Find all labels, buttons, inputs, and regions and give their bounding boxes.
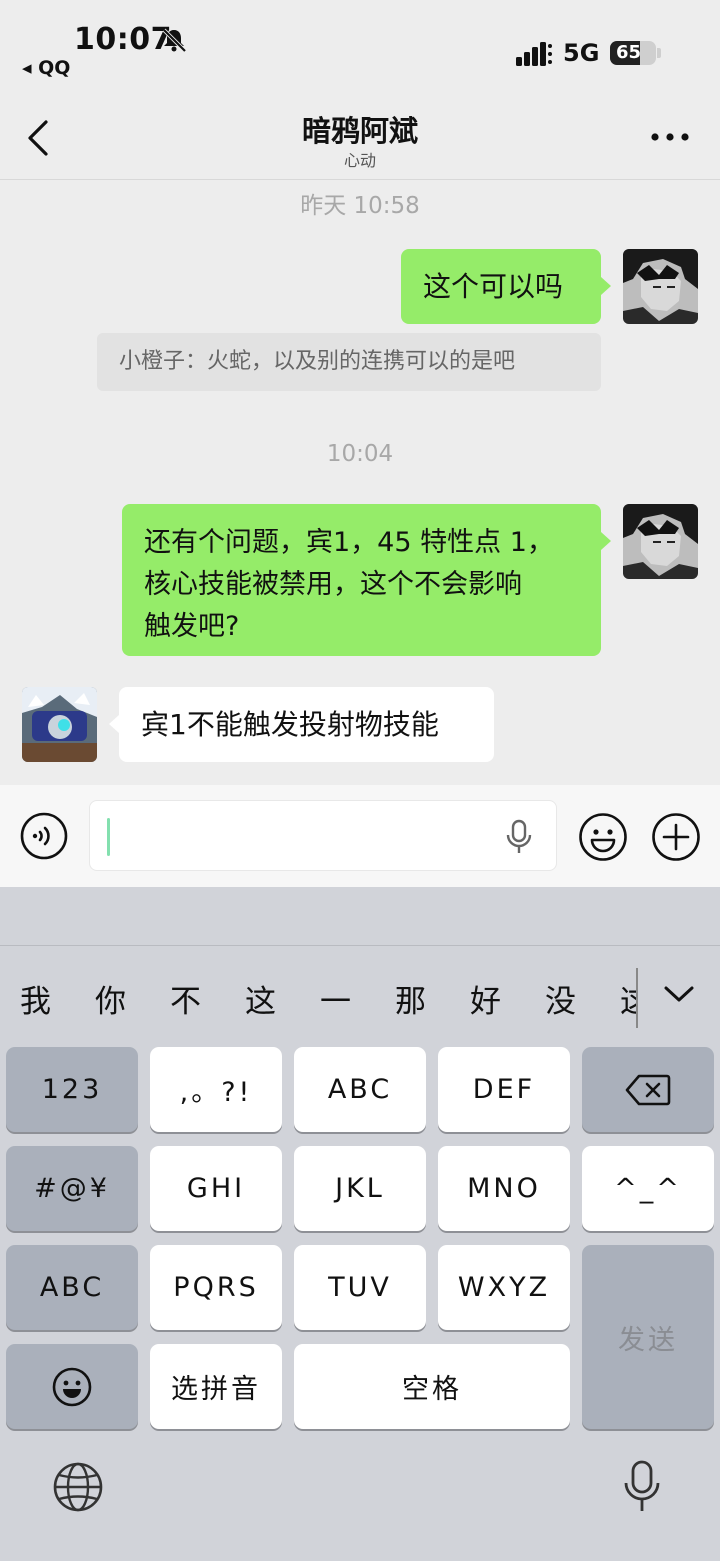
network-type: 5G [563,39,600,67]
bubble-tail [601,277,611,295]
candidate-word[interactable]: 我 [20,976,51,1021]
message-line: 还有个问题，宾1，45 特性点 1， [144,527,554,558]
bubble-tail [109,715,119,733]
text-caret [107,818,110,856]
status-time: 10:07 [74,22,172,57]
chevron-down-icon[interactable] [662,982,696,1006]
message-bubble-sent[interactable]: 还有个问题，宾1，45 特性点 1， 核心技能被禁用，这个不会影响 触发吧? [122,504,601,656]
key-mno[interactable]: MNO [438,1146,570,1231]
emoji-key[interactable] [6,1344,138,1429]
candidate-word[interactable]: 好 [470,976,501,1021]
key-abc[interactable]: ABC [294,1047,426,1132]
keyboard: 我 你 不 这 一 那 好 没 这 123 ,。?! ABC DEF #@¥ G… [0,887,720,1561]
input-bar [0,785,720,887]
message-bubble-sent[interactable]: 这个可以吗 [401,249,601,324]
chat-header: 暗鸦阿斌 心动 [0,90,720,180]
cellular-signal-icon [516,42,552,66]
contact-avatar[interactable] [22,687,97,762]
status-bar: 10:07 ◂ QQ 5G 65 [0,0,720,90]
key-punctuation[interactable]: ,。?! [150,1047,282,1132]
plus-icon[interactable] [651,812,701,862]
emoji-icon[interactable] [578,812,628,862]
my-avatar[interactable] [623,504,698,579]
candidate-bar: 我 你 不 这 一 那 好 没 这 [0,945,720,1045]
candidate-word[interactable]: 你 [95,976,126,1021]
bubble-tail [601,532,611,550]
key-select-pinyin[interactable]: 选拼音 [150,1344,282,1429]
candidate-word[interactable]: 一 [320,976,351,1021]
timestamp: 10:04 [326,441,394,467]
key-jkl[interactable]: JKL [294,1146,426,1231]
dictation-mic-icon[interactable] [504,819,534,855]
battery-indicator: 65 [610,41,656,65]
chat-subtitle: 心动 [343,151,376,170]
backspace-icon [625,1074,671,1105]
send-key[interactable]: 发送 [582,1245,714,1429]
emoji-face-icon [52,1367,92,1406]
more-options-icon[interactable] [650,130,690,144]
key-123[interactable]: 123 [6,1047,138,1132]
candidate-word[interactable]: 不 [170,976,201,1021]
message-line: 触发吧? [144,611,240,642]
key-symbols[interactable]: #@¥ [6,1146,138,1231]
candidate-word[interactable]: 这 [620,976,636,1021]
voice-input-icon[interactable] [20,812,68,860]
key-pqrs[interactable]: PQRS [150,1245,282,1330]
message-bubble-received[interactable]: 宾1不能触发投射物技能 [119,687,494,762]
key-ghi[interactable]: GHI [150,1146,282,1231]
message-line: 核心技能被禁用，这个不会影响 [144,569,522,600]
globe-icon[interactable] [52,1461,104,1513]
candidate-word[interactable]: 那 [395,976,426,1021]
candidate-word[interactable]: 这 [245,976,276,1021]
key-abc-switch[interactable]: ABC [6,1245,138,1330]
my-avatar[interactable] [623,249,698,324]
candidate-word[interactable]: 没 [545,976,576,1021]
chat-title: 暗鸦阿斌 [301,114,418,148]
quoted-message[interactable]: 小橙子：火蛇，以及别的连携可以的是吧 [97,333,601,391]
mute-bell-icon [162,28,187,53]
space-key[interactable]: 空格 [294,1344,570,1429]
candidate-divider [636,968,638,1028]
message-input[interactable] [89,800,557,871]
key-kaomoji[interactable]: ^_^ [582,1146,714,1231]
backspace-key[interactable] [582,1047,714,1132]
key-wxyz[interactable]: WXYZ [438,1245,570,1330]
send-label: 发送 [618,1324,678,1356]
key-tuv[interactable]: TUV [294,1245,426,1330]
key-def[interactable]: DEF [438,1047,570,1132]
microphone-icon[interactable] [622,1459,662,1515]
back-to-app-link[interactable]: ◂ QQ [22,57,70,79]
battery-cap [657,48,661,58]
battery-percent: 65 [616,42,642,63]
timestamp: 昨天 10:58 [300,193,420,219]
